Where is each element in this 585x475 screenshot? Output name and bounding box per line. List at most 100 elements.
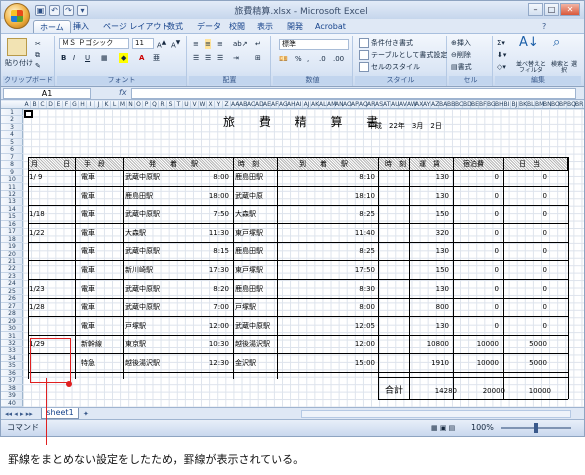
formula-input[interactable]: [131, 88, 576, 99]
font-name-dropdown[interactable]: ＭＳ Ｐゴシック: [59, 38, 129, 49]
sort-filter-icon[interactable]: A↓: [519, 36, 539, 49]
row-header[interactable]: 5: [1, 139, 23, 147]
cell-styles-button[interactable]: セルのスタイル: [359, 62, 420, 72]
font-color-icon[interactable]: A: [139, 53, 144, 63]
row-header[interactable]: 9: [1, 169, 23, 177]
row-header[interactable]: 32: [1, 340, 23, 348]
row-header[interactable]: 31: [1, 333, 23, 340]
column-header[interactable]: X: [207, 101, 215, 108]
worksheet-grid[interactable]: A B C D E F G H I J K L M N O P Q R S T U V W X Y Z AAABACADAEAFAG…: [1, 101, 584, 407]
row-header[interactable]: 13: [1, 198, 23, 206]
column-header[interactable]: AS: [375, 101, 383, 108]
row-header[interactable]: 6: [1, 146, 23, 154]
column-header[interactable]: BM: [535, 101, 544, 108]
merge-center-icon[interactable]: ⊞: [255, 53, 261, 63]
column-header[interactable]: BR: [575, 101, 583, 108]
cut-icon[interactable]: ✂: [35, 39, 41, 49]
row-header[interactable]: 22: [1, 265, 23, 273]
insert-cells-button[interactable]: ⊕挿入: [451, 38, 471, 48]
column-header[interactable]: AG: [279, 101, 288, 108]
column-header[interactable]: AB: [239, 101, 247, 108]
column-header[interactable]: AI: [295, 101, 303, 108]
column-header[interactable]: AY: [423, 101, 431, 108]
close-button[interactable]: ✕: [560, 3, 580, 16]
sort-filter-button[interactable]: 並べ替えと フィルタ: [515, 62, 547, 74]
column-header[interactable]: AN: [335, 101, 344, 108]
row-header[interactable]: 11: [1, 184, 23, 191]
column-header[interactable]: P: [143, 101, 151, 108]
minimize-button[interactable]: –: [528, 3, 543, 16]
column-header[interactable]: BP: [559, 101, 567, 108]
column-header[interactable]: I: [87, 101, 95, 108]
grow-font-icon[interactable]: A▲: [157, 38, 166, 50]
column-header[interactable]: U: [183, 101, 191, 108]
column-header[interactable]: AR: [367, 101, 375, 108]
redo-icon[interactable]: ↷: [63, 5, 74, 16]
border-icon[interactable]: ▦: [101, 53, 108, 63]
name-box[interactable]: A1: [3, 88, 91, 99]
column-header[interactable]: AW: [407, 101, 417, 108]
row-header[interactable]: 27: [1, 303, 23, 311]
row-header[interactable]: 30: [1, 325, 23, 333]
row-header[interactable]: 16: [1, 221, 23, 229]
row-header[interactable]: 12: [1, 191, 23, 199]
row-header[interactable]: 25: [1, 288, 23, 296]
row-header[interactable]: 29: [1, 318, 23, 326]
row-header[interactable]: 35: [1, 362, 23, 370]
qat-customize-icon[interactable]: ▾: [77, 5, 88, 16]
wrap-text-icon[interactable]: ↵: [255, 39, 261, 49]
column-header[interactable]: AO: [343, 101, 352, 108]
column-header[interactable]: T: [175, 101, 183, 108]
tab-view[interactable]: 表示: [251, 20, 279, 33]
row-header[interactable]: 34: [1, 355, 23, 363]
orientation-icon[interactable]: ab↗: [233, 39, 248, 49]
horizontal-scrollbar[interactable]: [301, 410, 571, 418]
column-header[interactable]: BK: [519, 101, 527, 108]
column-header[interactable]: J: [95, 101, 103, 108]
align-middle-icon[interactable]: ≡: [205, 39, 211, 49]
row-header[interactable]: 21: [1, 258, 23, 266]
tab-review[interactable]: 校閲: [223, 20, 251, 33]
shrink-font-icon[interactable]: A▼: [171, 38, 180, 50]
column-header[interactable]: B: [31, 101, 39, 108]
format-cells-button[interactable]: ▤書式: [451, 62, 472, 72]
conditional-format-button[interactable]: 条件付き書式: [359, 38, 413, 48]
row-header[interactable]: 3: [1, 124, 23, 132]
column-header[interactable]: BQ: [567, 101, 576, 108]
row-header[interactable]: 10: [1, 176, 23, 184]
tab-home[interactable]: ホーム: [33, 20, 71, 33]
column-header[interactable]: AH: [287, 101, 296, 108]
row-header[interactable]: 15: [1, 213, 23, 221]
column-header[interactable]: Y: [215, 101, 223, 108]
column-header[interactable]: BL: [527, 101, 535, 108]
column-header[interactable]: AM: [327, 101, 336, 108]
help-icon[interactable]: ?: [536, 20, 552, 33]
row-header[interactable]: 23: [1, 273, 23, 281]
maximize-button[interactable]: □: [544, 3, 559, 16]
column-header[interactable]: L: [111, 101, 119, 108]
column-header[interactable]: AF: [271, 101, 279, 108]
align-center-icon[interactable]: ☰: [205, 53, 211, 63]
column-header[interactable]: F: [63, 101, 71, 108]
zoom-slider-thumb[interactable]: [534, 423, 538, 433]
copy-icon[interactable]: ⧉: [35, 50, 40, 60]
paste-button[interactable]: 貼り付け: [5, 58, 33, 68]
align-left-icon[interactable]: ☰: [193, 53, 199, 63]
undo-icon[interactable]: ↶: [49, 5, 60, 16]
row-header[interactable]: 39: [1, 392, 23, 400]
column-header[interactable]: D: [47, 101, 55, 108]
indent-icon[interactable]: ⇥: [233, 53, 239, 63]
column-header[interactable]: O: [135, 101, 143, 108]
italic-icon[interactable]: I: [73, 53, 75, 63]
column-header[interactable]: Q: [151, 101, 159, 108]
fill-color-icon[interactable]: ◆: [119, 53, 129, 63]
column-header[interactable]: BN: [543, 101, 552, 108]
row-header[interactable]: 2: [1, 116, 23, 124]
find-select-button[interactable]: 検索と 選択: [549, 62, 579, 74]
column-header[interactable]: W: [199, 101, 207, 108]
column-header[interactable]: BF: [479, 101, 487, 108]
row-header[interactable]: 37: [1, 377, 23, 385]
row-header[interactable]: 4: [1, 131, 23, 139]
row-header[interactable]: 19: [1, 243, 23, 251]
row-header[interactable]: 1: [1, 109, 23, 117]
